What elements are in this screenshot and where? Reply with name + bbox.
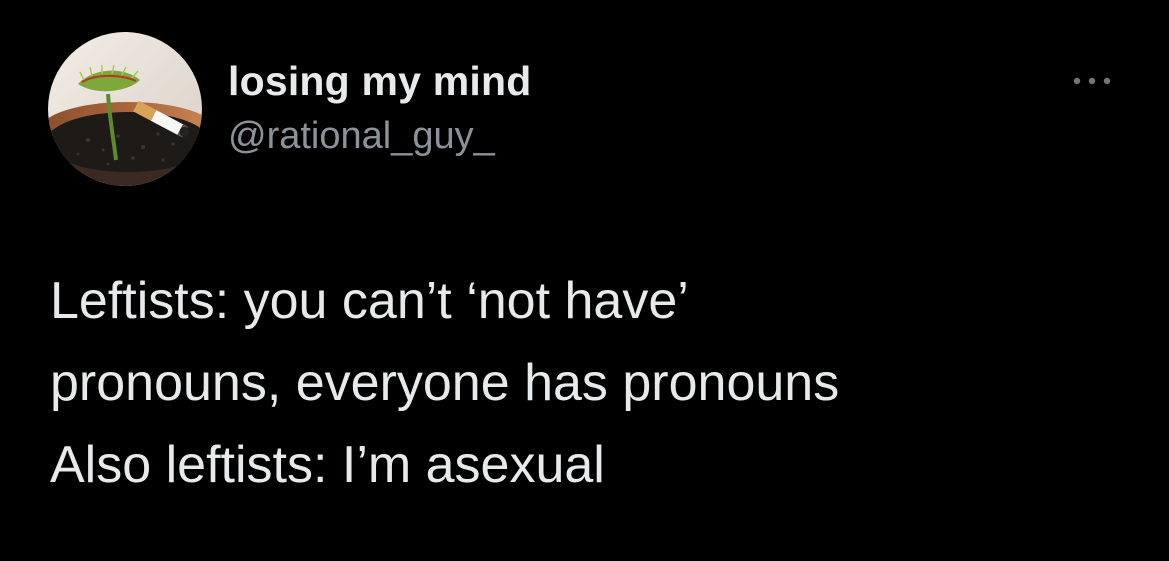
tweet-card: losing my mind @rational_guy_ Leftists: … [0, 0, 1169, 561]
avatar[interactable] [48, 32, 202, 186]
tweet-text-line: Leftists: you can’t ‘not have’ [50, 272, 689, 330]
author-display-name[interactable]: losing my mind [228, 58, 532, 105]
venus-flytrap-with-cigarette-avatar [48, 32, 202, 186]
author-handle[interactable]: @rational_guy_ [228, 115, 495, 158]
more-options-button[interactable] [1068, 66, 1116, 96]
tweet-text-line: pronouns, everyone has pronouns [50, 354, 840, 412]
more-dots-icon [1073, 77, 1111, 85]
tweet-text: Leftists: you can’t ‘not have’ pronouns,… [50, 260, 1130, 506]
tweet-text-line: Also leftists: I’m asexual [50, 436, 605, 494]
